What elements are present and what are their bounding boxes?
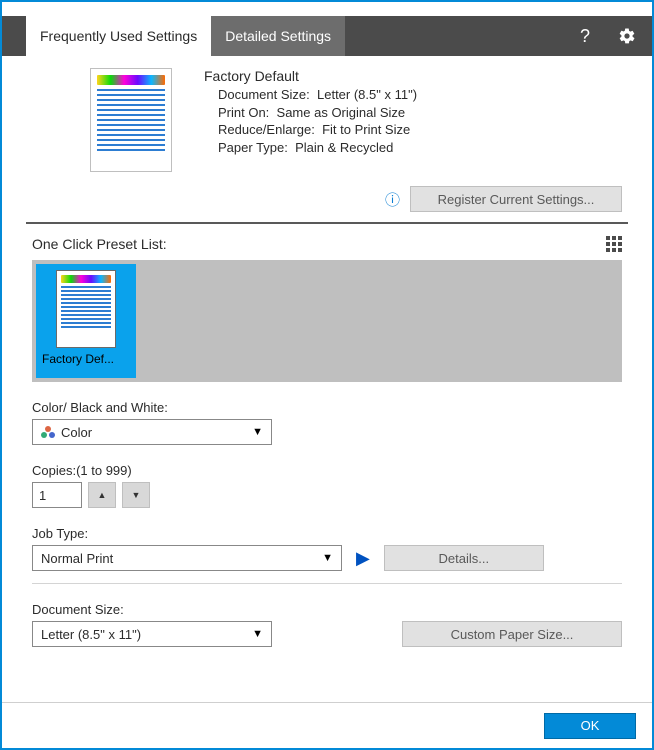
dialog-footer: OK (2, 702, 652, 748)
preset-list-label: One Click Preset List: (32, 236, 167, 252)
help-icon[interactable]: ? (580, 27, 590, 45)
summary-reduce-enlarge: Reduce/Enlarge: Fit to Print Size (204, 121, 417, 139)
register-current-settings-button[interactable]: Register Current Settings... (410, 186, 622, 212)
custom-paper-size-button[interactable]: Custom Paper Size... (402, 621, 622, 647)
copies-input[interactable]: 1 (32, 482, 82, 508)
preset-title: Factory Default (204, 68, 417, 86)
tab-frequently-used[interactable]: Frequently Used Settings (26, 16, 211, 56)
summary-panel: Factory Default Document Size: Letter (8… (26, 58, 628, 224)
details-button[interactable]: Details... (384, 545, 544, 571)
chevron-down-icon: ▼ (322, 552, 333, 564)
ok-button[interactable]: OK (544, 713, 636, 739)
summary-print-on: Print On: Same as Original Size (204, 104, 417, 122)
view-grid-icon[interactable] (606, 236, 622, 252)
job-type-select[interactable]: Normal Print ▼ (32, 545, 342, 571)
copies-label: Copies:(1 to 999) (32, 463, 622, 482)
tab-detailed-settings[interactable]: Detailed Settings (211, 16, 345, 56)
gear-icon[interactable] (618, 27, 636, 45)
info-icon[interactable]: ⓘ (385, 189, 400, 210)
divider (32, 583, 622, 584)
tab-strip: Frequently Used Settings Detailed Settin… (2, 16, 652, 56)
print-settings-dialog: Frequently Used Settings Detailed Settin… (0, 0, 654, 750)
copies-increment-button[interactable]: ▲ (88, 482, 116, 508)
document-size-label: Document Size: (32, 602, 272, 621)
chevron-down-icon: ▼ (252, 628, 263, 640)
preset-item-factory-default[interactable]: Factory Def... (36, 264, 136, 378)
color-swatch-icon (41, 426, 55, 438)
color-mode-select[interactable]: Color ▼ (32, 419, 272, 445)
titlebar (2, 2, 652, 16)
color-mode-label: Color/ Black and White: (32, 400, 622, 419)
chevron-down-icon: ▼ (252, 426, 263, 438)
job-type-label: Job Type: (32, 526, 622, 545)
summary-document-size: Document Size: Letter (8.5" x 11") (204, 86, 417, 104)
document-size-select[interactable]: Letter (8.5" x 11") ▼ (32, 621, 272, 647)
preset-item-label: Factory Def... (42, 352, 130, 366)
preset-thumb-icon (56, 270, 116, 348)
summary-paper-type: Paper Type: Plain & Recycled (204, 139, 417, 157)
document-preview-icon (90, 68, 172, 172)
preset-list: Factory Def... (32, 260, 622, 382)
copies-decrement-button[interactable]: ▼ (122, 482, 150, 508)
play-icon[interactable]: ▶ (356, 548, 370, 569)
